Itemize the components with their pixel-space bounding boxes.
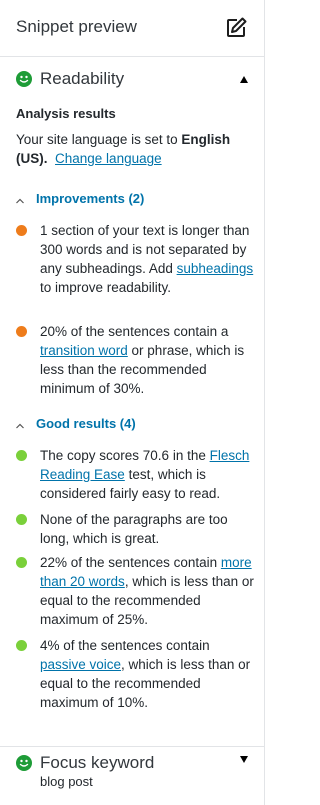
subheadings-link[interactable]: subheadings xyxy=(177,261,254,276)
result-text-part: 4% of the sentences contain xyxy=(40,638,210,653)
result-text: None of the paragraphs are too long, whi… xyxy=(40,512,228,546)
status-bullet xyxy=(16,640,27,651)
list-item: 20% of the sentences contain a transitio… xyxy=(16,322,256,398)
status-bullet xyxy=(16,225,27,236)
list-item: The copy scores 70.6 in the Flesch Readi… xyxy=(16,446,256,503)
collapse-arrow-icon[interactable] xyxy=(240,76,248,83)
status-bullet xyxy=(16,514,27,525)
readability-header[interactable]: Readability xyxy=(0,64,264,98)
result-text: 22% of the sentences contain more than 2… xyxy=(40,553,256,629)
focus-keyword-title: Focus keyword xyxy=(40,753,155,772)
smiley-face-icon xyxy=(16,755,32,771)
edit-icon[interactable] xyxy=(224,16,248,40)
readability-title: Readability xyxy=(40,69,125,88)
list-item: 1 section of your text is longer than 30… xyxy=(16,221,256,297)
change-language-link[interactable]: Change language xyxy=(55,151,162,166)
expand-arrow-icon[interactable] xyxy=(240,756,248,763)
result-text-part: 20% of the sentences contain a xyxy=(40,324,229,339)
seo-sidebar-panel: Snippet preview Readability Analysis res… xyxy=(0,0,265,805)
result-text-part: to improve readability. xyxy=(40,280,172,295)
result-text-part: The copy scores 70.6 in the xyxy=(40,448,210,463)
list-item: 4% of the sentences contain passive voic… xyxy=(16,636,256,712)
status-bullet xyxy=(16,557,27,568)
result-text-part: 22% of the sentences contain xyxy=(40,555,221,570)
smiley-face-icon xyxy=(16,71,32,87)
status-bullet xyxy=(16,450,27,461)
list-item: None of the paragraphs are too long, whi… xyxy=(16,510,256,548)
chevron-up-icon xyxy=(16,423,24,428)
focus-keyword-value: blog post xyxy=(40,774,93,789)
result-text: 4% of the sentences contain passive voic… xyxy=(40,636,256,712)
improvements-label: Improvements (2) xyxy=(36,191,145,206)
improvements-toggle[interactable]: Improvements (2) xyxy=(16,191,144,206)
focus-keyword-header[interactable]: Focus keyword blog post xyxy=(0,746,264,789)
list-item: 22% of the sentences contain more than 2… xyxy=(16,553,256,629)
status-bullet xyxy=(16,326,27,337)
good-results-label: Good results (4) xyxy=(36,416,136,431)
snippet-preview-title: Snippet preview xyxy=(16,17,137,36)
result-text: 1 section of your text is longer than 30… xyxy=(40,221,256,297)
analysis-results-heading: Analysis results xyxy=(16,106,116,121)
site-language-notice: Your site language is set to English (US… xyxy=(16,130,251,168)
snippet-preview-header[interactable]: Snippet preview xyxy=(0,0,264,57)
language-prefix: Your site language is set to xyxy=(16,132,182,147)
result-text: 20% of the sentences contain a transitio… xyxy=(40,322,256,398)
result-text: The copy scores 70.6 in the Flesch Readi… xyxy=(40,446,256,503)
passive-voice-link[interactable]: passive voice xyxy=(40,657,121,672)
chevron-up-icon xyxy=(16,198,24,203)
transition-word-link[interactable]: transition word xyxy=(40,343,128,358)
good-results-toggle[interactable]: Good results (4) xyxy=(16,416,136,431)
